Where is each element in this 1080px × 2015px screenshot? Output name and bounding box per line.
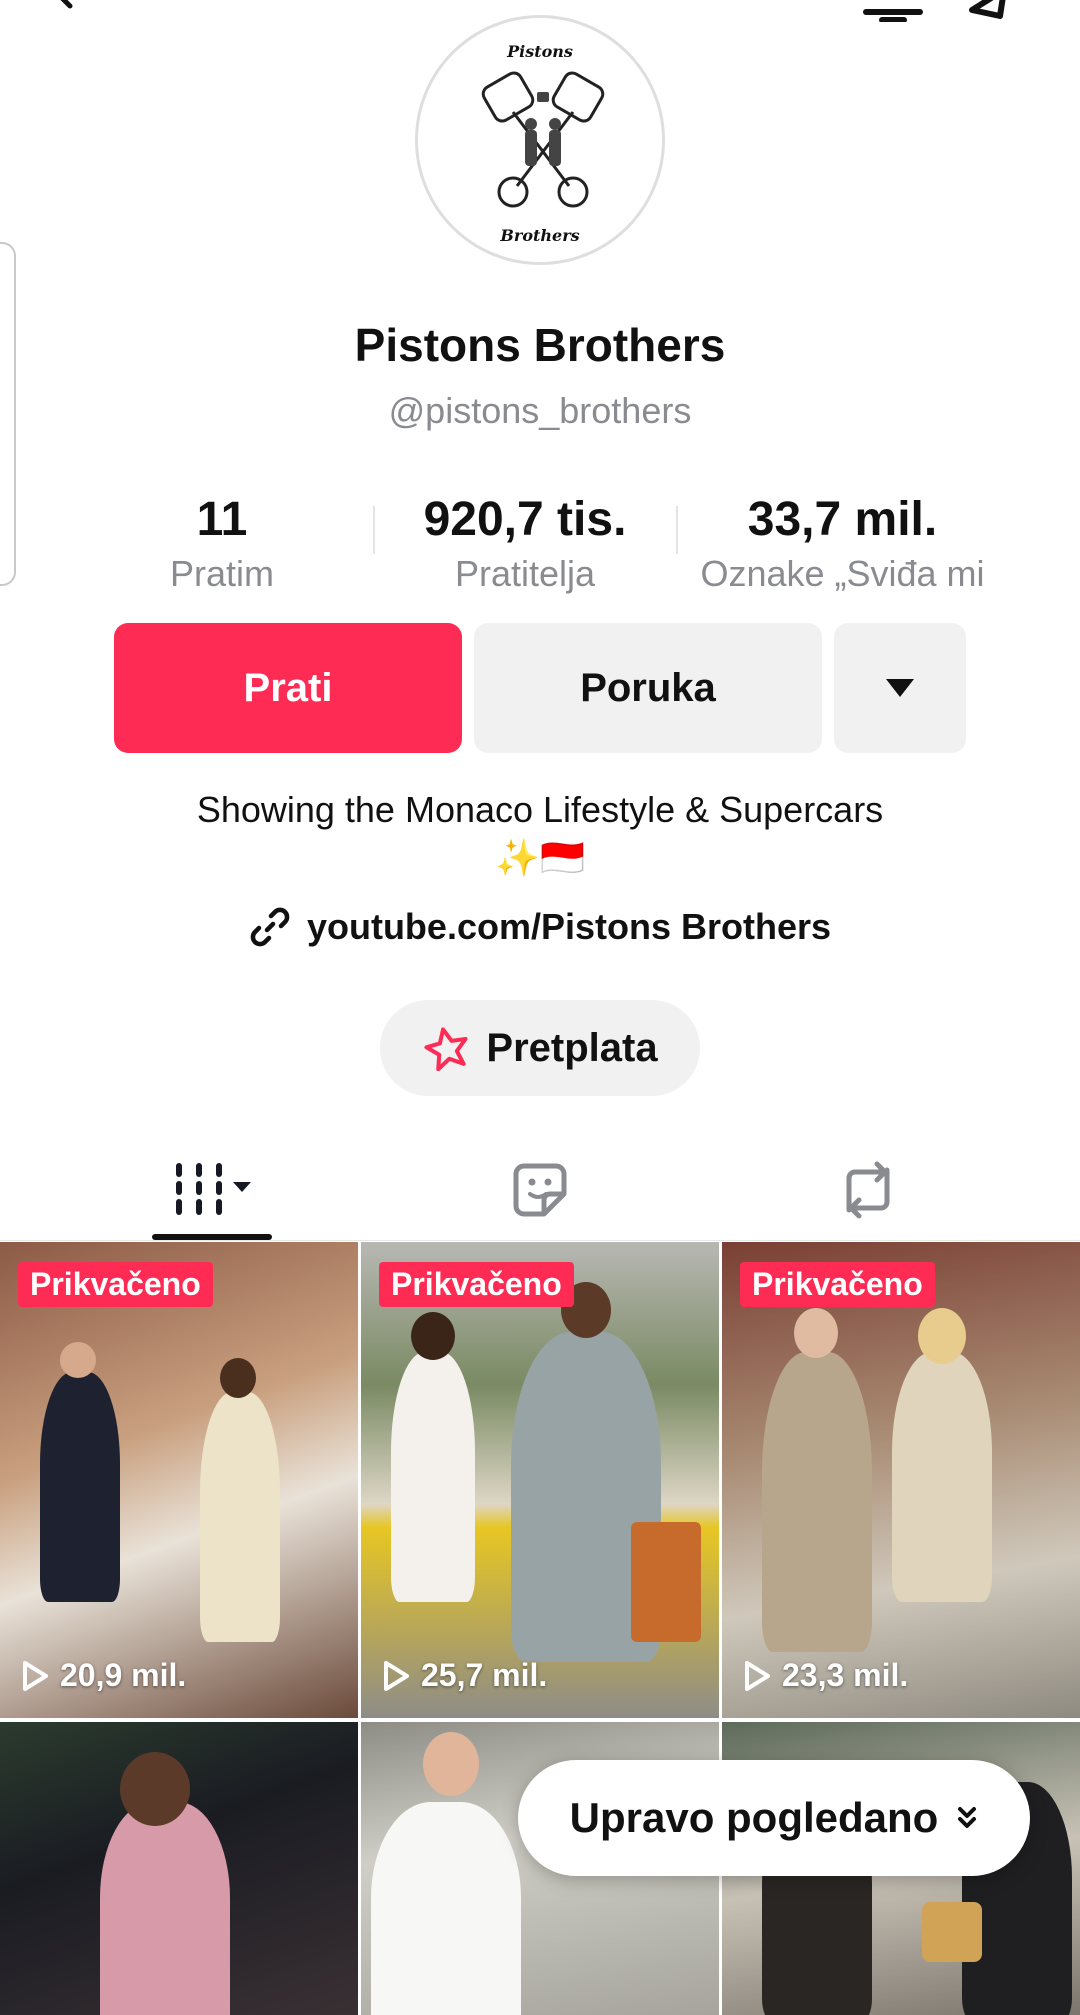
stat-following-label: Pratim	[169, 553, 274, 594]
tab-divider	[0, 1240, 1080, 1241]
stat-following[interactable]: 11 Pratim	[122, 492, 322, 595]
video-person-head	[411, 1312, 455, 1360]
subscribe-button[interactable]: Pretplata	[380, 1000, 700, 1096]
more-options-button[interactable]	[834, 623, 966, 753]
pistons-logo-icon	[481, 71, 605, 208]
stat-likes[interactable]: 33,7 mil. Oznake „Sviđa mi	[670, 492, 1015, 595]
profile-display-name: Pistons Brothers	[354, 319, 726, 371]
logo-text-bottom: Brothers	[500, 226, 580, 245]
video-views-count: 23,3 mil.	[782, 1657, 909, 1693]
tab-reposts[interactable]	[808, 1140, 928, 1240]
video-person-head	[220, 1358, 256, 1398]
message-button[interactable]: Poruka	[474, 623, 822, 753]
caret-down-icon	[886, 679, 914, 697]
video-views: 20,9 mil.	[20, 1657, 186, 1694]
link-icon	[250, 907, 290, 947]
video-person-figure	[391, 1352, 475, 1602]
video-person-figure	[762, 1352, 872, 1652]
video-views: 23,3 mil.	[742, 1657, 908, 1694]
stat-following-value: 11	[196, 493, 248, 546]
video-handbag	[922, 1902, 982, 1962]
video-person-figure	[40, 1372, 120, 1602]
video-person-figure	[200, 1392, 280, 1642]
stat-followers-value: 920,7 tis.	[423, 493, 627, 546]
stat-likes-value: 33,7 mil.	[747, 493, 938, 546]
video-person-head	[423, 1732, 479, 1796]
logo-text-top: Pistons	[507, 42, 573, 61]
video-person-figure	[100, 1802, 230, 2015]
pinned-badge: Prikvačeno	[740, 1262, 935, 1307]
video-thumbnail-1[interactable]: Prikvačeno 20,9 mil.	[0, 1242, 358, 1718]
tab-favorites[interactable]	[480, 1140, 600, 1240]
repost-icon	[846, 1161, 890, 1219]
video-views: 25,7 mil.	[381, 1657, 547, 1694]
video-person-figure	[892, 1352, 992, 1602]
bio-emoji: ✨🇮🇩	[495, 837, 585, 878]
video-person-head	[794, 1308, 838, 1358]
video-person-head	[120, 1752, 190, 1826]
follow-button[interactable]: Prati	[114, 623, 462, 753]
recently-watched-label: Upravo pogledano	[569, 1794, 939, 1841]
subscribe-label: Pretplata	[486, 1025, 658, 1070]
profile-link-text: youtube.com/Pistons Brothers	[306, 906, 832, 947]
video-person-figure	[371, 1802, 521, 2015]
pinned-badge: Prikvačeno	[18, 1262, 213, 1307]
play-icon	[384, 1660, 409, 1691]
video-thumbnail-3[interactable]: Prikvačeno 23,3 mil.	[722, 1242, 1080, 1718]
stat-followers[interactable]: 920,7 tis. Pratitelja	[395, 492, 655, 595]
video-thumbnail-4[interactable]	[0, 1722, 358, 2015]
video-shopping-bag	[631, 1522, 701, 1642]
share-icon[interactable]	[964, 0, 1028, 20]
video-person-head	[60, 1342, 96, 1378]
video-views-count: 20,9 mil.	[60, 1657, 187, 1693]
profile-username: @pistons_brothers	[388, 390, 692, 431]
pinned-badge: Prikvačeno	[379, 1262, 574, 1307]
notification-bell-icon[interactable]	[860, 0, 926, 22]
play-icon	[23, 1660, 48, 1691]
profile-bio: Showing the Monaco Lifestyle & Supercars…	[0, 786, 1080, 882]
subscribe-star-icon	[424, 1027, 468, 1071]
bio-text: Showing the Monaco Lifestyle & Supercars	[196, 789, 884, 830]
back-icon[interactable]	[40, 0, 80, 10]
profile-link[interactable]: youtube.com/Pistons Brothers	[0, 906, 1080, 948]
tab-videos[interactable]	[150, 1140, 275, 1240]
stat-followers-label: Pratitelja	[454, 553, 596, 594]
play-icon	[745, 1660, 770, 1691]
avatar[interactable]: Pistons Brothers	[415, 15, 665, 265]
stat-divider	[373, 506, 375, 554]
sticker-icon	[513, 1163, 567, 1217]
video-views-count: 25,7 mil.	[421, 1657, 548, 1693]
video-thumbnail-2[interactable]: Prikvačeno 25,7 mil.	[361, 1242, 719, 1718]
double-chevron-down-icon	[958, 1807, 977, 1828]
video-person-head	[918, 1308, 966, 1364]
videos-grid-icon	[175, 1163, 251, 1215]
stat-likes-label: Oznake „Sviđa mi	[700, 553, 985, 594]
recently-watched-button[interactable]: Upravo pogledano	[518, 1760, 1030, 1876]
